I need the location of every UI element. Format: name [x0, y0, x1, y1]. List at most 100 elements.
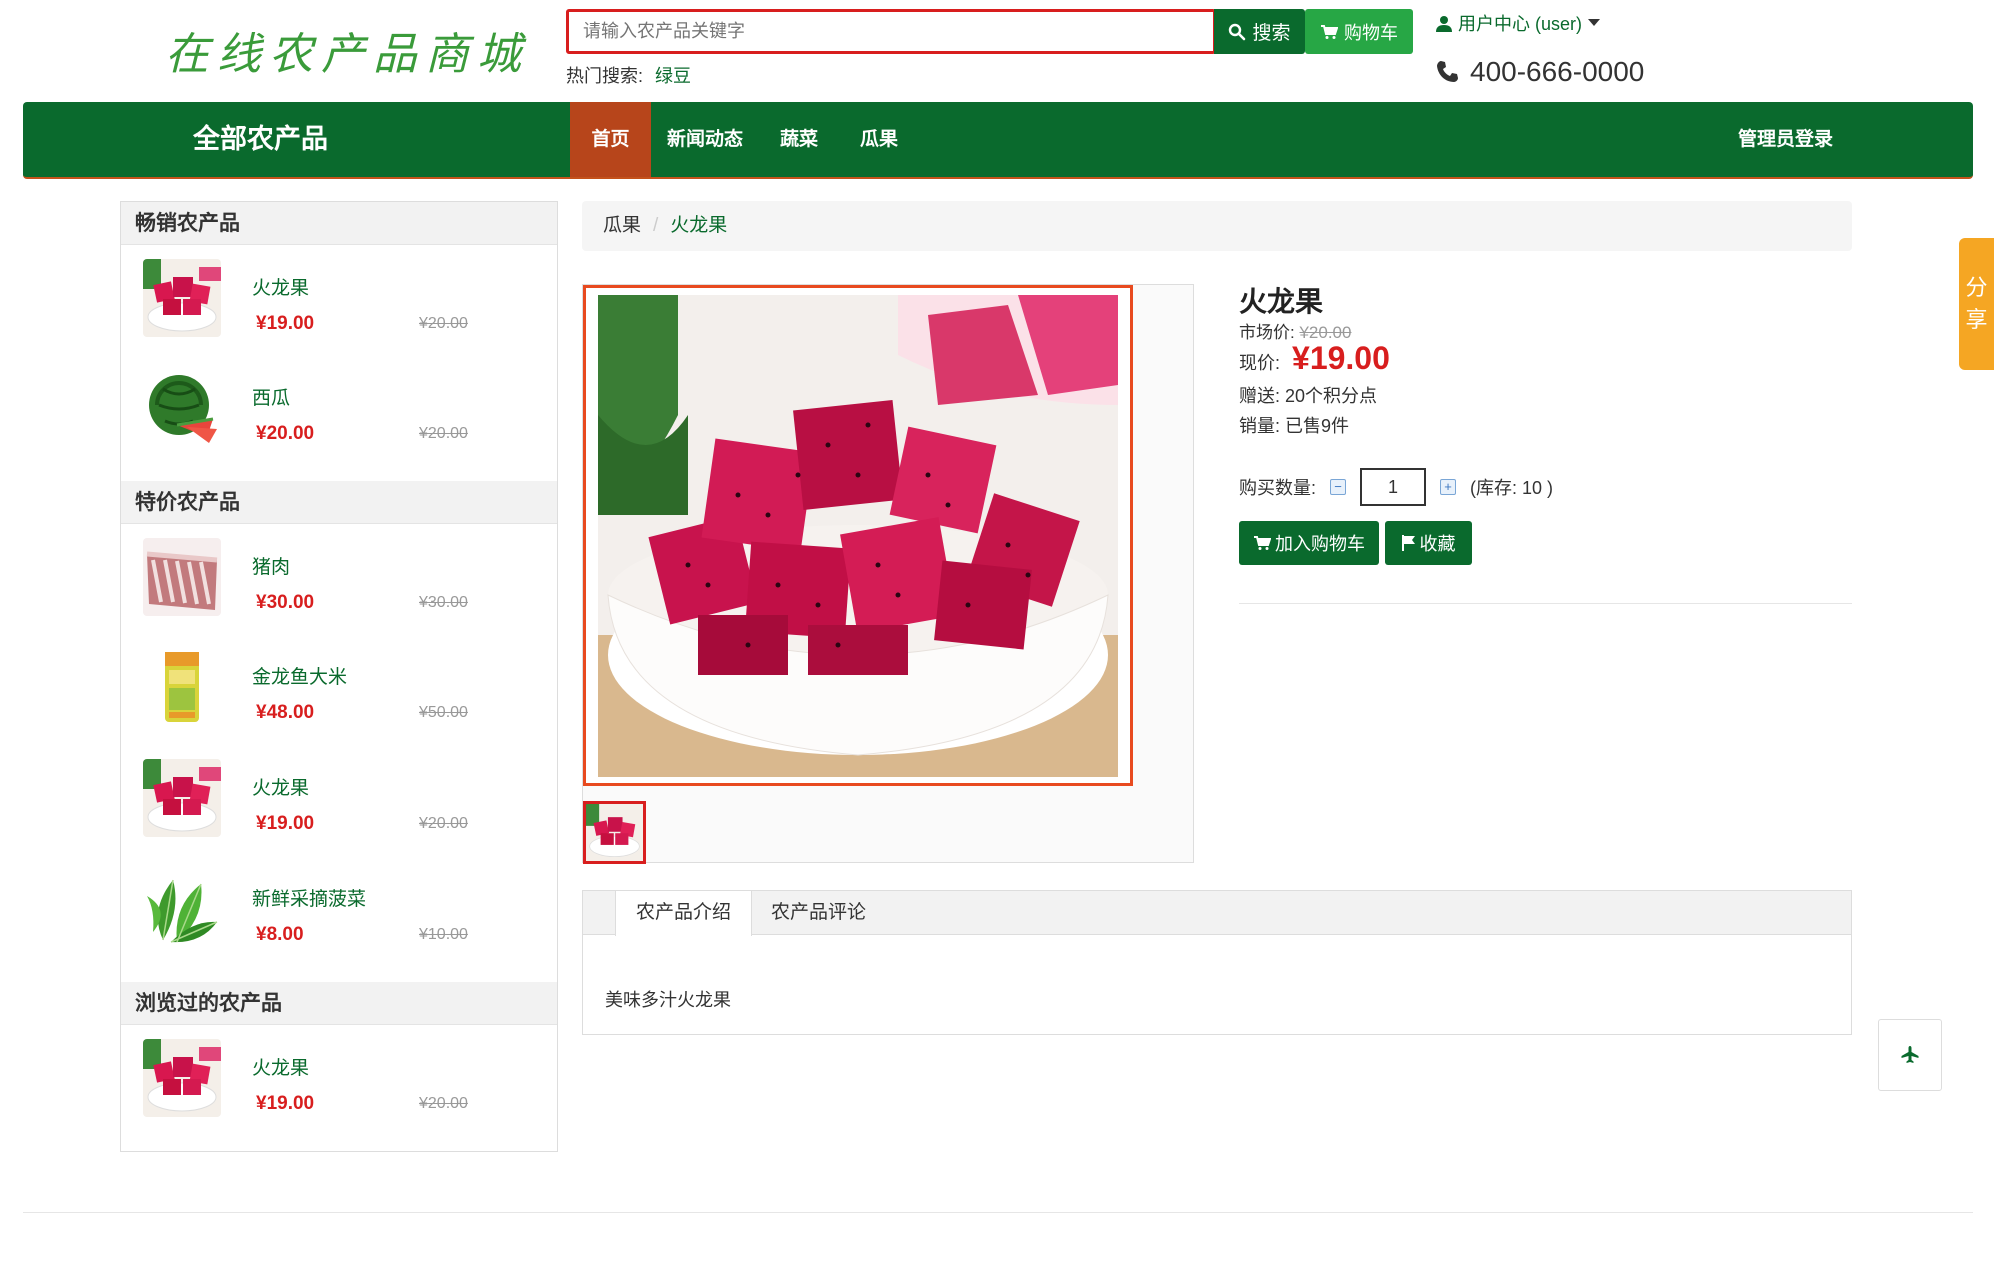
current-price-label: 现价:	[1239, 353, 1281, 373]
bestsellers-title: 畅销农产品	[121, 202, 557, 245]
product-price: ¥19.00	[256, 813, 315, 834]
flag-icon	[1401, 535, 1415, 551]
user-center-label: 用户中心 (user)	[1458, 14, 1583, 34]
list-item[interactable]: 新鲜采摘菠菜 ¥8.00 ¥10.00	[121, 856, 557, 966]
stock-count: (库存: 10 )	[1470, 478, 1554, 498]
product-name[interactable]: 火龙果	[252, 273, 309, 300]
cart-icon	[1321, 24, 1338, 39]
product-price: ¥48.00	[256, 702, 315, 723]
search-icon	[1229, 23, 1246, 40]
favorite-button[interactable]: 收藏	[1385, 521, 1472, 565]
nav-home[interactable]: 首页	[570, 102, 651, 177]
hot-search-label: 热门搜索:	[566, 66, 644, 86]
product-name[interactable]: 金龙鱼大米	[252, 662, 347, 689]
product-name[interactable]: 火龙果	[252, 773, 309, 800]
tab-product-intro[interactable]: 农产品介绍	[615, 891, 753, 936]
list-item[interactable]: 猪肉 ¥30.00 ¥30.00	[121, 524, 557, 634]
rice-bag-thumbnail[interactable]	[143, 648, 221, 726]
list-item[interactable]: 金龙鱼大米 ¥48.00 ¥50.00	[121, 634, 557, 744]
list-item[interactable]: 火龙果 ¥19.00 ¥20.00	[121, 245, 557, 355]
nav-fruits[interactable]: 瓜果	[839, 102, 919, 177]
product-old-price: ¥10.00	[419, 926, 468, 943]
product-price: ¥8.00	[256, 924, 304, 945]
product-price: ¥30.00	[256, 592, 315, 613]
caret-down-icon	[1588, 19, 1601, 26]
phone-text: 400-666-0000	[1470, 56, 1645, 87]
watermelon-thumbnail[interactable]	[143, 369, 221, 447]
current-price-row: 现价: ¥19.00	[1239, 340, 1390, 377]
product-price: ¥19.00	[256, 1093, 315, 1114]
breadcrumb-category[interactable]: 瓜果	[603, 215, 641, 236]
breadcrumb: 瓜果 / 火龙果	[582, 201, 1852, 251]
search-box[interactable]	[566, 9, 1216, 54]
cart-button[interactable]: 购物车	[1305, 9, 1413, 54]
cart-button-label: 购物车	[1344, 22, 1398, 43]
phone-icon	[1437, 61, 1458, 82]
product-name[interactable]: 西瓜	[252, 383, 290, 410]
product-gallery	[582, 284, 1194, 864]
dragonfruit-thumbnail[interactable]	[143, 1039, 221, 1117]
product-name[interactable]: 猪肉	[252, 552, 290, 579]
decrease-quantity-button[interactable]: −	[1330, 479, 1347, 495]
search-button[interactable]: 搜索	[1214, 9, 1305, 54]
tab-product-reviews[interactable]: 农产品评论	[751, 891, 886, 935]
tab-content: 美味多汁火龙果	[605, 990, 731, 1010]
gallery-thumbnail[interactable]	[583, 801, 646, 864]
pork-thumbnail[interactable]	[143, 538, 221, 616]
product-old-price: ¥50.00	[419, 704, 468, 721]
hot-search-link[interactable]: 绿豆	[655, 66, 691, 86]
favorite-label: 收藏	[1419, 534, 1456, 554]
dragonfruit-thumbnail[interactable]	[143, 759, 221, 837]
spinach-thumbnail[interactable]	[143, 870, 221, 948]
current-price: ¥19.00	[1292, 340, 1390, 376]
search-button-label: 搜索	[1252, 23, 1291, 44]
phone-number: 400-666-0000	[1436, 56, 1644, 88]
specials-title: 特价农产品	[121, 481, 557, 524]
product-old-price: ¥20.00	[419, 815, 468, 832]
dragonfruit-thumbnail[interactable]	[143, 259, 221, 337]
breadcrumb-current: 火龙果	[670, 215, 728, 236]
breadcrumb-separator: /	[653, 215, 659, 236]
share-button[interactable]: 分 享	[1959, 238, 1994, 370]
user-icon	[1436, 15, 1452, 32]
nav-vegetables[interactable]: 蔬菜	[759, 102, 839, 177]
cart-icon	[1254, 536, 1271, 550]
product-title: 火龙果	[1239, 286, 1324, 317]
product-price: ¥20.00	[256, 423, 315, 444]
share-label-2: 享	[1965, 307, 1988, 332]
product-name[interactable]: 火龙果	[252, 1053, 309, 1080]
add-to-cart-label: 加入购物车	[1275, 534, 1365, 554]
sales-count: 销量: 已售9件	[1239, 416, 1350, 436]
add-to-cart-button[interactable]: 加入购物车	[1239, 521, 1379, 565]
share-label-1: 分	[1965, 275, 1988, 300]
main-navbar: 全部农产品 首页 新闻动态 蔬菜 瓜果 管理员登录	[23, 102, 1973, 179]
quantity-input[interactable]: 1	[1360, 468, 1427, 506]
product-old-price: ¥30.00	[419, 594, 468, 611]
product-name[interactable]: 新鲜采摘菠菜	[252, 884, 366, 911]
back-to-top-button[interactable]	[1878, 1019, 1942, 1091]
quantity-stepper: 购买数量: − 1 + (库存: 10 )	[1239, 468, 1553, 506]
divider	[1239, 603, 1852, 604]
search-input[interactable]	[569, 12, 1213, 51]
list-item[interactable]: 火龙果 ¥19.00 ¥20.00	[121, 1025, 557, 1135]
list-item[interactable]: 西瓜 ¥20.00 ¥20.00	[121, 355, 557, 465]
product-old-price: ¥20.00	[419, 425, 468, 442]
user-center-menu[interactable]: 用户中心 (user)	[1436, 10, 1601, 36]
admin-login-link[interactable]: 管理员登录	[1738, 102, 1833, 177]
sidebar: 畅销农产品 火龙果 ¥19.00 ¥20.00 西瓜 ¥20.00 ¥20.00…	[120, 201, 558, 1152]
main-product-image[interactable]	[583, 285, 1133, 786]
hot-search: 热门搜索: 绿豆	[566, 62, 691, 88]
viewed-title: 浏览过的农产品	[121, 982, 557, 1025]
site-logo[interactable]: 在线农产品商城	[165, 18, 529, 82]
product-old-price: ¥20.00	[419, 1095, 468, 1112]
airplane-icon	[1901, 1046, 1919, 1063]
quantity-label: 购买数量:	[1239, 478, 1317, 498]
increase-quantity-button[interactable]: +	[1440, 479, 1457, 495]
product-price: ¥19.00	[256, 313, 315, 334]
list-item[interactable]: 火龙果 ¥19.00 ¥20.00	[121, 745, 557, 855]
tab-bar: 农产品介绍 农产品评论	[583, 891, 1851, 936]
footer-divider	[23, 1212, 1973, 1213]
product-tabs: 农产品介绍 农产品评论 美味多汁火龙果	[582, 890, 1852, 1035]
all-products-menu[interactable]: 全部农产品	[193, 102, 328, 177]
nav-news[interactable]: 新闻动态	[651, 102, 759, 177]
